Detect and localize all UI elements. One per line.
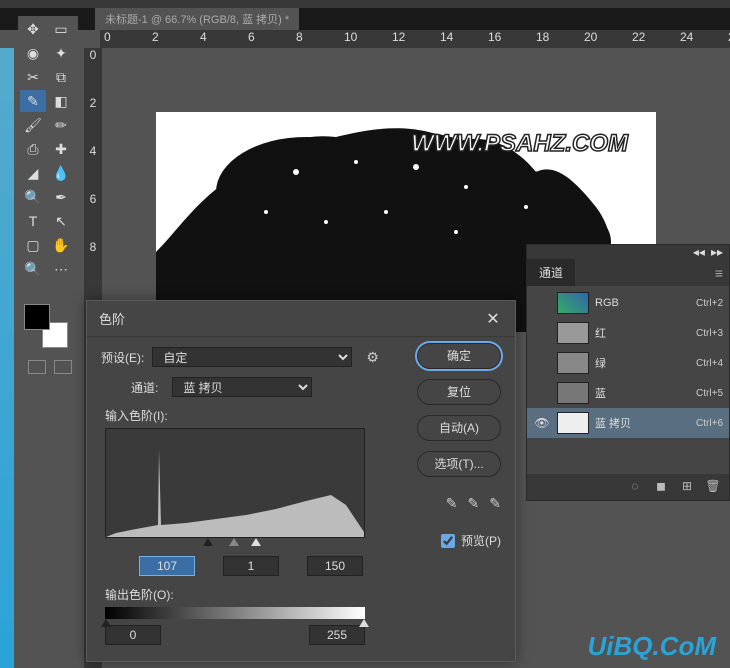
highlight-slider[interactable]	[251, 538, 261, 546]
eye-icon[interactable]: 👁	[533, 416, 551, 430]
panel-menu-icon[interactable]: ≡	[715, 265, 723, 281]
screenmode-icon[interactable]	[54, 360, 72, 374]
output-levels-label: 输出色阶(O):	[105, 586, 501, 603]
slice-tool[interactable]: ⧉	[48, 66, 74, 88]
out-lo-input[interactable]	[105, 625, 161, 645]
eyedropper-tool[interactable]: ✎	[20, 90, 46, 112]
input-sliders[interactable]	[105, 538, 365, 552]
auto-button[interactable]: 自动(A)	[417, 415, 501, 441]
uibq-watermark: UiBQ.CoM	[587, 631, 716, 662]
mid-slider[interactable]	[229, 538, 239, 546]
quickmask-icon[interactable]	[28, 360, 46, 374]
output-gradient[interactable]	[105, 607, 365, 619]
preview-checkbox[interactable]	[441, 534, 455, 548]
more-tool[interactable]: ⋯	[48, 258, 74, 280]
levels-dialog: 色阶 ✕ 预设(E): 自定 ⚙ 通道: 蓝 拷贝 输入色阶(I): 输出色阶(…	[86, 300, 516, 662]
channel-row-blue[interactable]: 蓝Ctrl+5	[527, 378, 729, 408]
document-tab[interactable]: 未标题-1 @ 66.7% (RGB/8, 蓝 拷贝) *	[95, 8, 299, 30]
marquee-tool[interactable]: ▭	[48, 18, 74, 40]
clone-tool[interactable]: ⎙	[20, 138, 46, 160]
watermark-text: WWW.PSAHZ.COM	[411, 130, 628, 158]
pencil-tool[interactable]: ✏	[48, 114, 74, 136]
white-point-icon[interactable]: ✎	[489, 495, 501, 512]
load-selection-icon[interactable]: ◌	[627, 479, 643, 495]
histogram	[105, 428, 365, 538]
out-hi-input[interactable]	[309, 625, 365, 645]
gradient-tool[interactable]: ◢	[20, 162, 46, 184]
lasso-tool[interactable]: ◉	[20, 42, 46, 64]
eye-icon[interactable]	[533, 296, 551, 310]
crop-tool[interactable]: ✂	[20, 66, 46, 88]
ruler-horizontal: 0246810121416182022242628	[100, 30, 730, 48]
blur-tool[interactable]: 💧	[48, 162, 74, 184]
shape-tool[interactable]: ▢	[20, 234, 46, 256]
collapse-icon[interactable]: ◂◂	[693, 245, 705, 259]
out-hi-slider[interactable]	[359, 619, 369, 627]
shadow-slider[interactable]	[203, 538, 213, 546]
shadow-input[interactable]	[139, 556, 195, 576]
hand-tool[interactable]: ✋	[48, 234, 74, 256]
close-icon[interactable]: ✕	[483, 309, 503, 329]
highlight-input[interactable]	[307, 556, 363, 576]
brush-tool[interactable]: 🖌	[20, 114, 46, 136]
wand-tool[interactable]: ✦	[48, 42, 74, 64]
channel-row-red[interactable]: 红Ctrl+3	[527, 318, 729, 348]
pen-tool[interactable]: ✒	[48, 186, 74, 208]
black-point-icon[interactable]: ✎	[446, 495, 458, 512]
new-channel-icon[interactable]: ⊞	[679, 479, 695, 495]
dialog-title: 色阶	[99, 309, 483, 328]
color-swatches[interactable]	[24, 304, 68, 348]
preview-label: 预览(P)	[461, 532, 501, 549]
toolbox: ✥ ▭ ◉ ✦ ✂ ⧉ ✎ ◧ 🖌 ✏ ⎙ ✚ ◢ 💧 🔍 ✒ T ↖ ▢ ✋ …	[18, 16, 78, 282]
mid-input[interactable]	[223, 556, 279, 576]
channel-select[interactable]: 蓝 拷贝	[172, 377, 312, 397]
zoom-tool[interactable]: 🔍	[20, 258, 46, 280]
type-tool[interactable]: T	[20, 210, 46, 232]
gear-icon[interactable]: ⚙	[366, 349, 379, 366]
channel-label: 通道:	[131, 379, 158, 396]
path-tool[interactable]: ↖	[48, 210, 74, 232]
channel-row-green[interactable]: 绿Ctrl+4	[527, 348, 729, 378]
save-selection-icon[interactable]: ◼	[653, 479, 669, 495]
ok-button[interactable]: 确定	[417, 343, 501, 369]
reset-button[interactable]: 复位	[417, 379, 501, 405]
move-tool[interactable]: ✥	[20, 18, 46, 40]
channels-panel: ◂◂ ▸▸ 通道 ≡ RGBCtrl+2 红Ctrl+3 绿Ctrl+4 蓝Ctr…	[526, 244, 730, 501]
ruler-tool[interactable]: ◧	[48, 90, 74, 112]
channel-row-rgb[interactable]: RGBCtrl+2	[527, 288, 729, 318]
preset-label: 预设(E):	[101, 349, 144, 366]
chevron-icon[interactable]: ▸▸	[711, 245, 723, 259]
out-lo-slider[interactable]	[101, 619, 111, 627]
options-button[interactable]: 选项(T)...	[417, 451, 501, 477]
healing-tool[interactable]: ✚	[48, 138, 74, 160]
foreground-color[interactable]	[24, 304, 50, 330]
gray-point-icon[interactable]: ✎	[468, 495, 480, 512]
dodge-tool[interactable]: 🔍	[20, 186, 46, 208]
delete-channel-icon[interactable]: 🗑	[705, 479, 721, 495]
channels-tab[interactable]: 通道	[527, 259, 575, 286]
preset-select[interactable]: 自定	[152, 347, 352, 367]
channel-row-blue-copy[interactable]: 👁蓝 拷贝Ctrl+6	[527, 408, 729, 438]
